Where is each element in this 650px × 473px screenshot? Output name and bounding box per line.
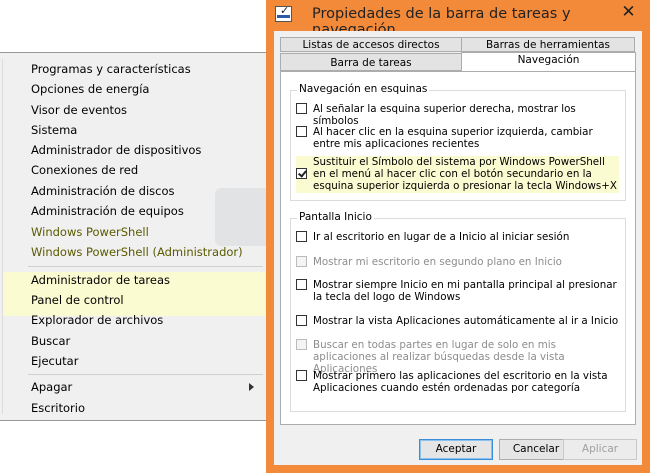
menu-separator: [28, 374, 263, 375]
option-search-everywhere: Buscar en todas partes en lugar de solo …: [296, 339, 619, 375]
start-screen-group: Pantalla Inicio Ir al escritorio en luga…: [290, 211, 626, 412]
checkbox-disabled: [296, 256, 307, 267]
option-desktop-apps-first[interactable]: Mostrar primero las aplicaciones del esc…: [296, 370, 619, 394]
menu-item-system[interactable]: Sistema: [31, 121, 77, 140]
tab-taskbar[interactable]: Barra de tareas: [280, 53, 462, 71]
group-title: Navegación en esquinas: [297, 83, 430, 95]
option-desktop-background: Mostrar mi escritorio en segundo plano e…: [296, 256, 619, 268]
navigation-tab-page: Navegación en esquinas Al señalar la esq…: [280, 71, 636, 425]
checkbox-checked[interactable]: [296, 168, 307, 179]
menu-item-programs[interactable]: Programas y características: [31, 60, 191, 79]
menu-item-network[interactable]: Conexiones de red: [31, 161, 138, 180]
title-bar[interactable]: ✓ Propiedades de la barra de tareas y na…: [266, 0, 650, 38]
cancel-button[interactable]: Cancelar: [499, 439, 573, 460]
tab-toolbars[interactable]: Barras de herramientas: [461, 37, 635, 52]
option-start-main-display[interactable]: Mostrar siempre Inicio en mi pantalla pr…: [296, 279, 619, 303]
checkbox[interactable]: [296, 126, 307, 137]
menu-item-task-manager[interactable]: Administrador de tareas: [31, 271, 170, 290]
corner-navigation-group: Navegación en esquinas Al señalar la esq…: [290, 83, 626, 201]
option-apps-view[interactable]: Mostrar la vista Aplicaciones automática…: [296, 315, 619, 327]
app-icon: ✓: [275, 4, 292, 22]
taskbar-properties-dialog: ✓ Propiedades de la barra de tareas y na…: [266, 0, 650, 473]
menu-item-control-panel[interactable]: Panel de control: [31, 291, 124, 310]
menu-item-search[interactable]: Buscar: [31, 332, 70, 351]
checkbox[interactable]: [296, 103, 307, 114]
menu-item-file-explorer[interactable]: Explorador de archivos: [31, 311, 163, 330]
menu-item-disk-management[interactable]: Administración de discos: [31, 182, 175, 201]
menu-gutter-line: [2, 59, 3, 414]
checkbox[interactable]: [296, 279, 307, 290]
option-replace-cmd-powershell[interactable]: Sustituir el Símbolo del sistema por Win…: [296, 156, 619, 193]
accept-button[interactable]: Aceptar: [419, 439, 493, 460]
checkbox[interactable]: [296, 231, 307, 242]
menu-item-desktop[interactable]: Escritorio: [31, 399, 85, 418]
menu-item-powershell-admin[interactable]: Windows PowerShell (Administrador): [31, 243, 243, 262]
option-show-charms[interactable]: Al señalar la esquina superior derecha, …: [296, 103, 619, 127]
menu-separator: [28, 266, 263, 267]
checkbox-disabled: [296, 339, 307, 350]
checkbox[interactable]: [296, 370, 307, 381]
tab-jump-lists[interactable]: Listas de accesos directos: [280, 37, 462, 52]
menu-item-power-options[interactable]: Opciones de energía: [31, 80, 149, 99]
apply-button[interactable]: Aplicar: [563, 439, 637, 460]
menu-item-run[interactable]: Ejecutar: [31, 352, 78, 371]
group-title: Pantalla Inicio: [297, 211, 374, 223]
menu-item-event-viewer[interactable]: Visor de eventos: [31, 101, 127, 120]
checkbox[interactable]: [296, 315, 307, 326]
menu-item-computer-mgmt[interactable]: Administración de equipos: [31, 202, 184, 221]
option-switch-recent-apps[interactable]: Al hacer clic en la esquina superior izq…: [296, 126, 619, 150]
app-icon-check: ✓: [280, 4, 290, 17]
menu-item-shutdown[interactable]: Apagar: [31, 378, 72, 397]
menu-item-powershell[interactable]: Windows PowerShell: [31, 223, 149, 242]
close-icon[interactable]: ✕: [615, 4, 642, 23]
tab-navigation[interactable]: Navegación: [461, 52, 636, 71]
menu-item-device-manager[interactable]: Administrador de dispositivos: [31, 141, 201, 160]
option-go-to-desktop[interactable]: Ir al escritorio en lugar de a Inicio al…: [296, 231, 619, 243]
dialog-client-area: Listas de accesos directos Barras de her…: [274, 31, 642, 465]
submenu-arrow-icon: [249, 383, 254, 391]
